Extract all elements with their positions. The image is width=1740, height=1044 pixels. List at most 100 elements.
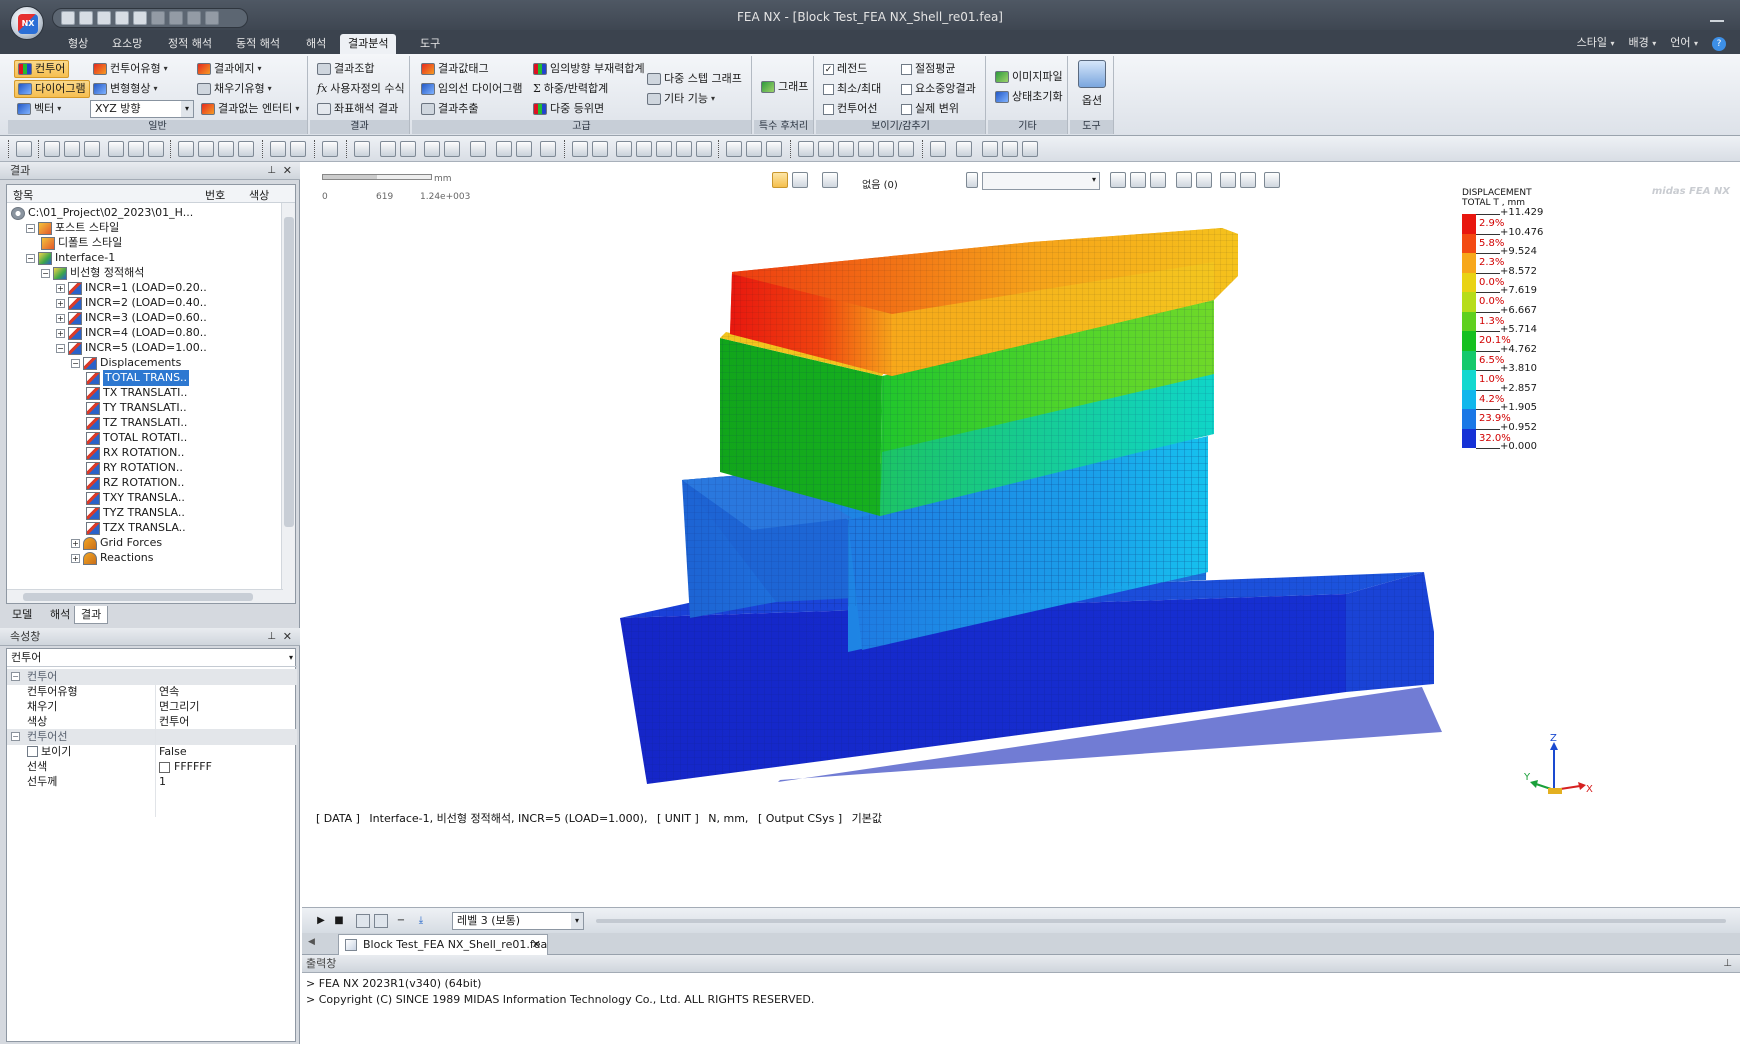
pen-icon[interactable] [540,141,556,157]
tree-item[interactable]: TXY TRANSLA.. [86,490,185,506]
property-row[interactable]: 선색 FFFFFF [7,759,297,775]
close-icon[interactable]: ✕ [283,162,292,180]
view-iso4-icon[interactable] [858,141,874,157]
tab-tools[interactable]: 도구 [412,34,448,54]
deformed-shape-button[interactable]: 변형형상 ▾ [90,80,161,98]
diagram-button[interactable]: 다이어그램 [14,80,90,98]
tree-vertical-scrollbar[interactable] [281,203,295,603]
expand-icon[interactable]: + [71,553,80,563]
rotate-icon[interactable] [656,141,672,157]
tree-item[interactable]: + INCR=4 (LOAD=0.80.. [56,325,207,341]
property-row[interactable]: 보이기 False [7,744,297,760]
property-row[interactable]: 컨투어유형 연속 [7,684,297,700]
shading-edge-icon[interactable] [982,141,998,157]
zoom-dynamic-icon[interactable] [636,141,652,157]
property-value[interactable]: 연속 [159,684,179,700]
collapse-icon[interactable]: − [71,358,80,368]
pan-icon[interactable] [696,141,712,157]
view-iso3-icon[interactable] [838,141,854,157]
hide-icon[interactable] [128,141,144,157]
vector-button[interactable]: 벡터 ▾ [14,100,64,118]
property-row[interactable]: 색상 컨투어 [7,714,297,730]
property-value[interactable]: 컨투어 [159,714,189,730]
close-icon[interactable]: ✕ [532,935,541,955]
node-average-toggle[interactable]: 절점평균 [898,60,958,78]
collapse-icon[interactable]: − [11,672,20,681]
result-combination-button[interactable]: 결과조합 [314,60,377,78]
graph-button[interactable]: 그래프 [758,78,811,96]
real-displacement-toggle[interactable]: 실제 변위 [898,100,962,118]
user-formula-button[interactable]: fx 사용자정의 수식 [314,80,408,98]
load-reaction-sum-button[interactable]: Σ 하중/반력합계 [530,80,611,98]
contour-line-toggle[interactable]: 컨투어선 [820,100,880,118]
language-menu[interactable]: 언어 ▾ [1670,34,1698,54]
view-iso2-icon[interactable] [818,141,834,157]
property-value[interactable]: 면그리기 [159,699,199,715]
expand-icon[interactable]: + [56,328,65,338]
checkbox-icon[interactable] [27,746,38,757]
legend-toggle[interactable]: ✓ 레전드 [820,60,870,78]
state-reset-button[interactable]: 상태초기화 [992,88,1066,106]
tree-item[interactable]: TZX TRANSLA.. [86,520,186,536]
record-icon[interactable] [356,914,370,928]
multi-iso-surface-button[interactable]: 다중 등위면 [530,100,607,118]
tree-item[interactable]: + INCR=2 (LOAD=0.40.. [56,295,207,311]
tab-result-panel[interactable]: 결과 [74,606,109,624]
collapse-icon[interactable]: − [41,268,50,278]
lock-icon[interactable] [44,141,60,157]
expand-icon[interactable]: + [56,298,65,308]
animation-slider[interactable] [596,919,1726,923]
property-row[interactable]: 채우기 면그리기 [7,699,297,715]
contour-button[interactable]: 컨투어 [14,60,70,78]
tab-scroll-left-icon[interactable]: ◀ [308,937,315,947]
minimize-icon[interactable] [1710,8,1724,22]
pin-icon[interactable]: ⊥ [1723,955,1732,973]
property-value[interactable]: FFFFFF [159,759,212,775]
collapse-icon[interactable]: − [26,253,35,263]
element-number-icon[interactable] [444,141,460,157]
property-value[interactable]: 1 [159,774,166,790]
property-category[interactable]: − 컨투어 [7,669,297,685]
tree-item[interactable]: TX TRANSLATI.. [86,385,187,401]
image-file-button[interactable]: 이미지파일 [992,68,1066,86]
model-viewport[interactable]: mm 0 619 1.24e+003 없음 (0) ▾ midas FEA NX [302,162,1740,907]
link-icon[interactable] [108,141,124,157]
measure-icon[interactable] [270,141,286,157]
download-icon[interactable]: ⤓ [414,914,428,928]
collapse-icon[interactable]: − [11,732,20,741]
scroll-thumb[interactable] [23,593,253,601]
tab-static-analysis[interactable]: 정적 해석 [160,34,220,54]
collapse-icon[interactable]: − [26,223,35,233]
tab-model[interactable]: 모델 [6,606,38,624]
tree-item[interactable]: + Grid Forces [71,535,162,551]
lock-active-icon[interactable] [64,141,80,157]
expand-icon[interactable]: + [71,538,80,548]
other-functions-button[interactable]: 기타 기능 ▾ [644,90,718,108]
ruler-icon[interactable] [290,141,306,157]
tree-item[interactable]: RZ ROTATION.. [86,475,184,491]
arbitrary-member-force-button[interactable]: 임의방향 부재력합계 [530,60,648,78]
select-icon[interactable] [16,141,32,157]
collapse-icon[interactable]: − [56,343,65,353]
node-number-icon[interactable] [424,141,440,157]
style-menu[interactable]: 스타일 ▾ [1577,34,1615,54]
tree-item[interactable]: C:\01_Project\02_2023\01_H... [11,205,193,221]
snap-icon[interactable] [198,141,214,157]
model-view-icon[interactable] [354,141,370,157]
xyz-direction-select[interactable]: XYZ 방향 ▾ [90,100,194,118]
options-button[interactable]: 옵션 [1072,60,1112,108]
work-plane-icon[interactable] [238,141,254,157]
section-icon[interactable] [516,141,532,157]
tab-analysis[interactable]: 해석 [298,34,334,54]
document-tab[interactable]: Block Test_FEA NX_Shell_re01.fea ✕ [338,934,548,955]
play-icon[interactable]: ▶ [314,914,328,928]
no-result-entity-button[interactable]: 결과없는 엔터티 ▾ [198,100,302,118]
tree-item[interactable]: TZ TRANSLATI.. [86,415,187,431]
property-value[interactable]: False [159,744,187,760]
tree-item[interactable]: − Interface-1 [26,250,115,266]
tree-item[interactable]: + INCR=1 (LOAD=0.20.. [56,280,207,296]
display-icon[interactable] [84,141,100,157]
tree-item[interactable]: RY ROTATION.. [86,460,183,476]
app-menu-button[interactable]: NX [10,6,44,40]
tree-item[interactable]: TY TRANSLATI.. [86,400,187,416]
